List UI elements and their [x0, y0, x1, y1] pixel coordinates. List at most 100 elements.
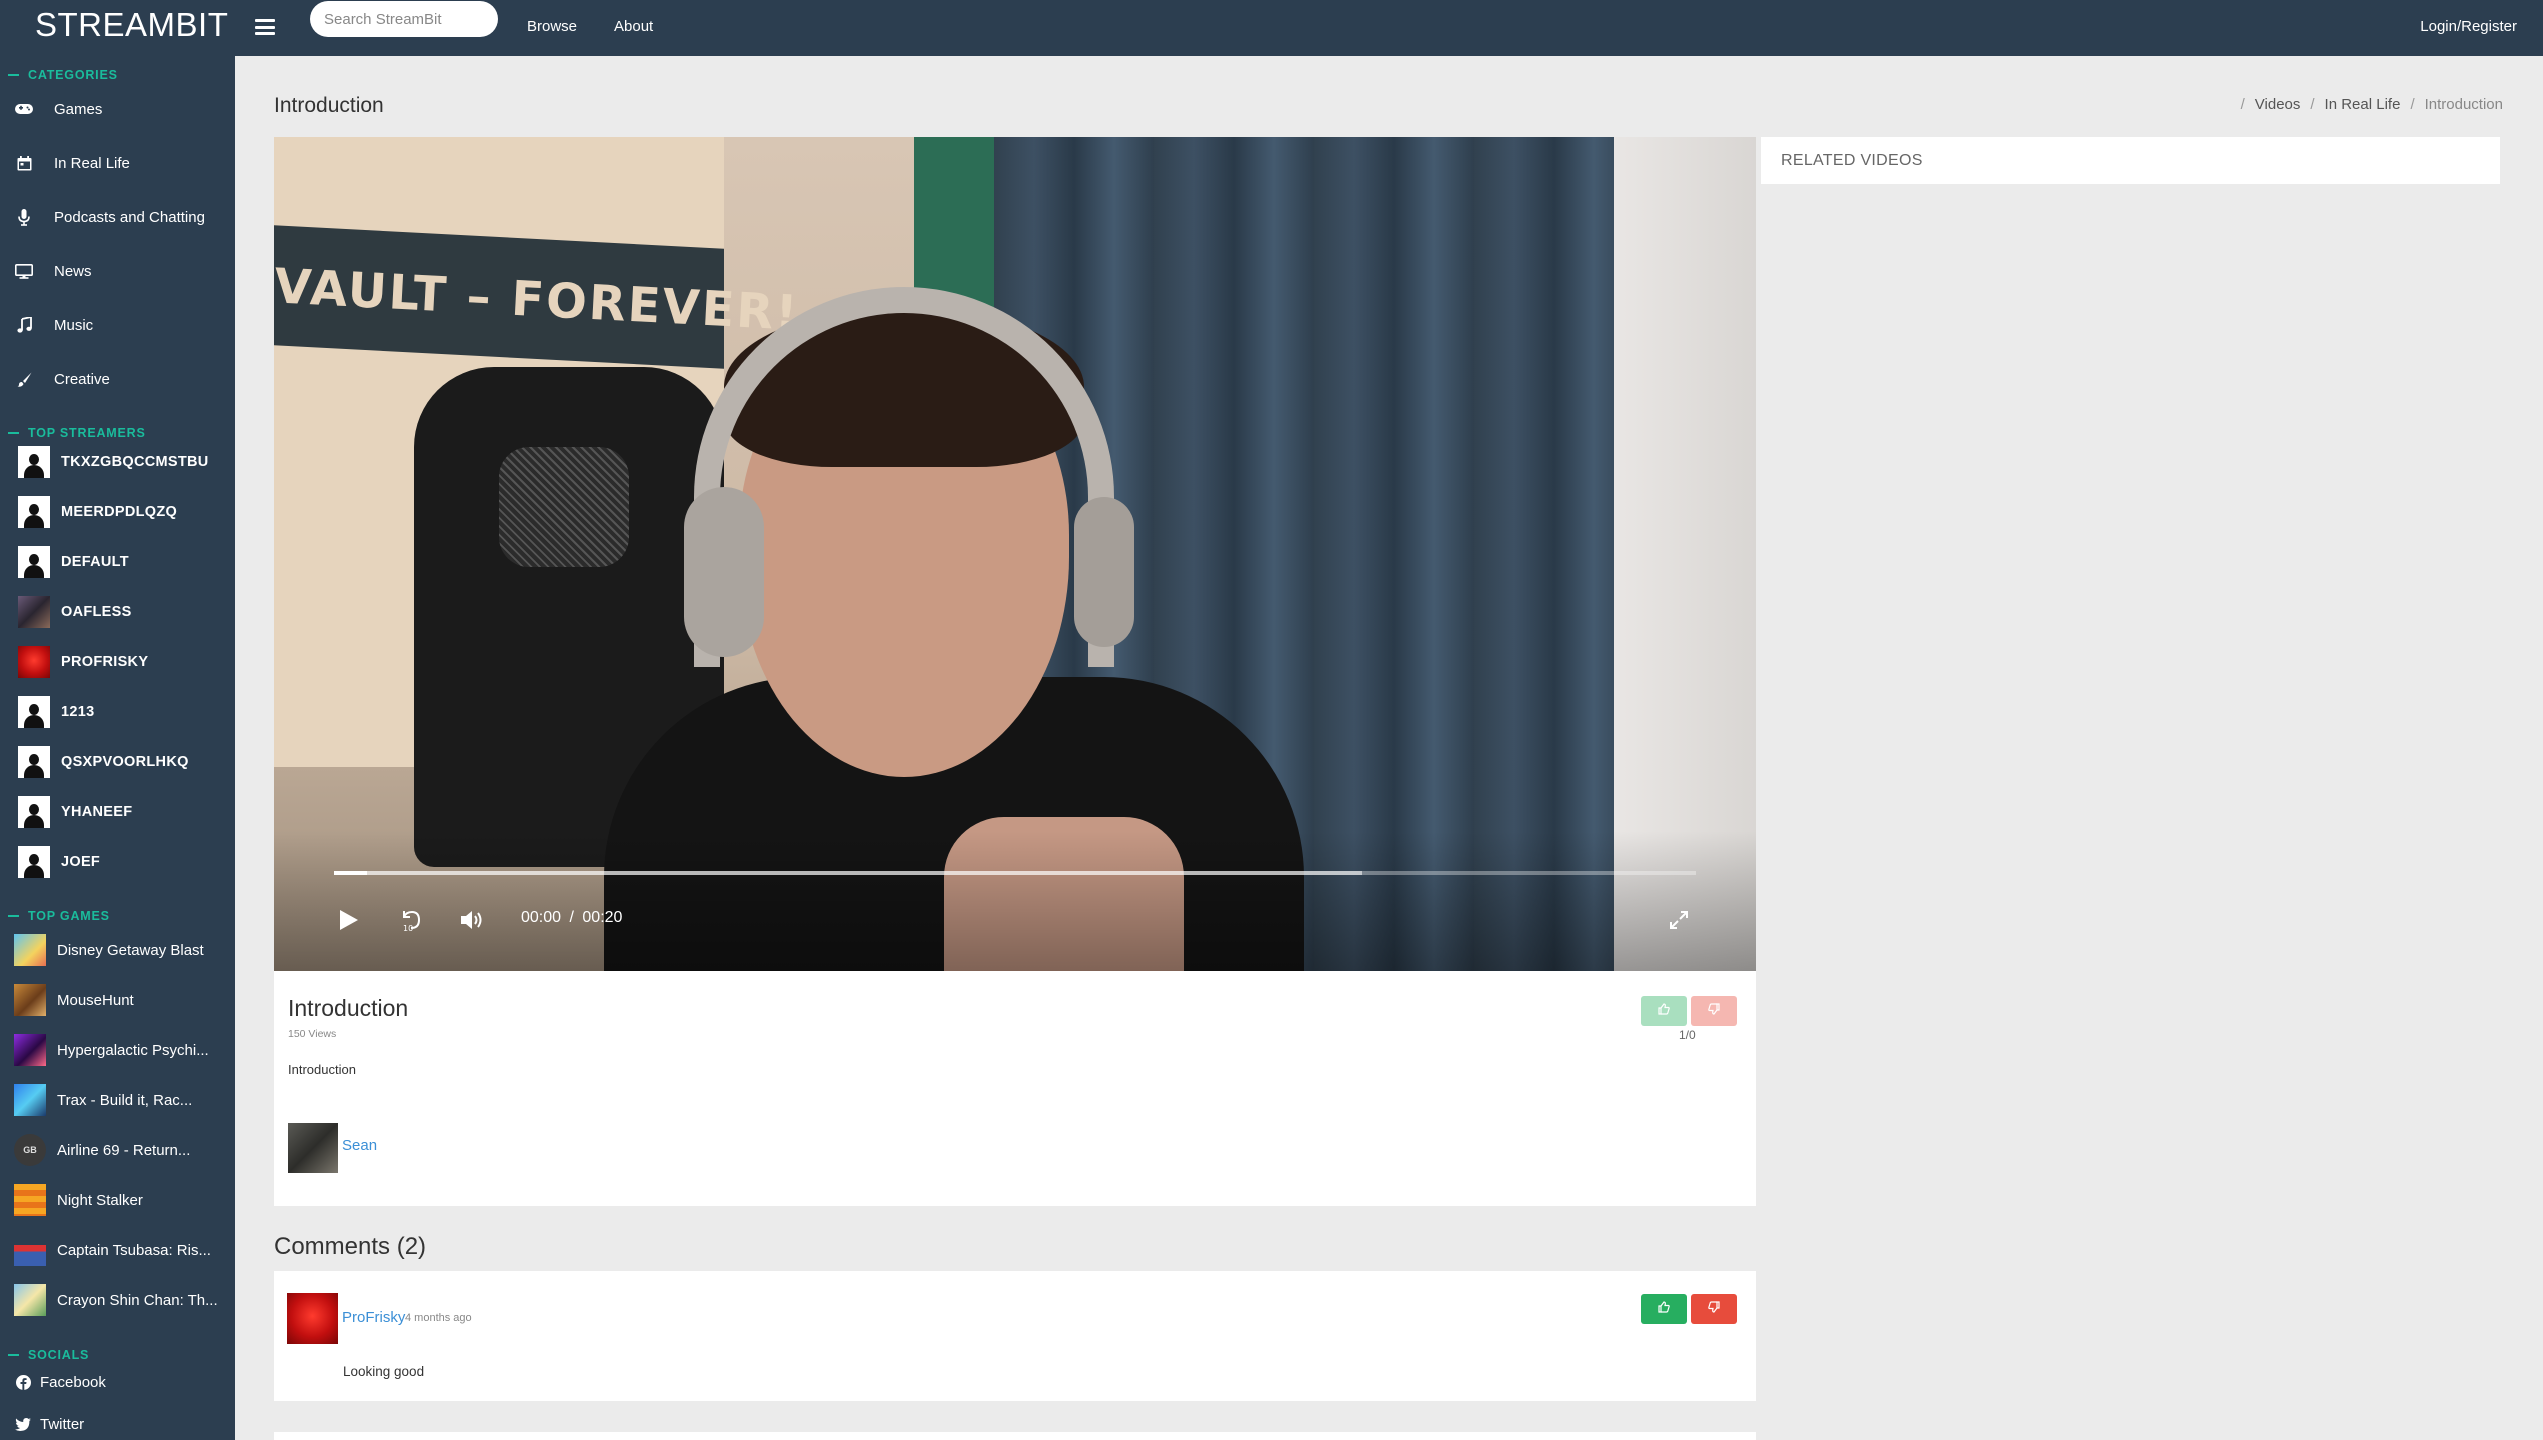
- categories-heading: CATEGORIES: [8, 68, 118, 82]
- buffered-bar: [334, 871, 1363, 875]
- video-description: Introduction: [288, 1062, 356, 1077]
- avatar: [18, 546, 50, 578]
- sidebar-item-label: Games: [54, 100, 103, 118]
- top-games-heading: TOP GAMES: [8, 909, 110, 923]
- streamer-name: PROFRISKY: [61, 654, 149, 670]
- game-item[interactable]: Trax - Build it, Rac...: [0, 1083, 235, 1117]
- game-item[interactable]: Disney Getaway Blast: [0, 933, 235, 967]
- comments-heading: Comments (2): [274, 1233, 427, 1260]
- author-link[interactable]: Sean: [342, 1137, 377, 1154]
- comment-timestamp: 4 months ago: [405, 1312, 472, 1324]
- breadcrumb-videos-link[interactable]: Videos: [2255, 96, 2301, 113]
- game-item[interactable]: MouseHunt: [0, 983, 235, 1017]
- streamer-item[interactable]: PROFRISKY: [0, 645, 235, 679]
- sidebar-item-creative[interactable]: Creative: [0, 364, 235, 394]
- like-button[interactable]: [1641, 996, 1687, 1026]
- streamer-item[interactable]: DEFAULT: [0, 545, 235, 579]
- game-name: Disney Getaway Blast: [57, 941, 204, 959]
- thumbs-down-icon: [1708, 1002, 1720, 1020]
- streamer-item[interactable]: 1213: [0, 695, 235, 729]
- search-input[interactable]: [310, 1, 498, 37]
- breadcrumb-category-link[interactable]: In Real Life: [2325, 96, 2401, 113]
- login-register-link[interactable]: Login/Register: [2420, 18, 2517, 35]
- volume-icon: [460, 909, 486, 936]
- game-name: Airline 69 - Return...: [57, 1141, 191, 1159]
- game-item[interactable]: Captain Tsubasa: Ris...: [0, 1233, 235, 1267]
- game-item[interactable]: Hypergalactic Psychi...: [0, 1033, 235, 1067]
- game-thumbnail: [14, 984, 46, 1016]
- sidebar: CATEGORIES Games In Real Life Podcasts a…: [0, 56, 235, 1440]
- streamer-item[interactable]: MEERDPDLQZQ: [0, 495, 235, 529]
- microphone-icon: [15, 208, 33, 226]
- streamer-name: QSXPVOORLHKQ: [61, 754, 189, 770]
- streamer-item[interactable]: QSXPVOORLHKQ: [0, 745, 235, 779]
- streamer-name: TKXZGBQCCMSTBU: [61, 454, 209, 470]
- monitor-icon: [15, 262, 33, 280]
- game-thumbnail: [14, 1234, 46, 1266]
- nav-browse-link[interactable]: Browse: [527, 18, 577, 35]
- game-item[interactable]: GB Airline 69 - Return...: [0, 1133, 235, 1167]
- play-button[interactable]: [334, 907, 364, 937]
- streamer-name: YHANEEF: [61, 804, 133, 820]
- game-item[interactable]: Crayon Shin Chan: Th...: [0, 1283, 235, 1317]
- video-info-card: Introduction 150 Views Introduction Sean…: [274, 971, 1756, 1206]
- author-avatar[interactable]: [288, 1123, 338, 1173]
- comment-like-button[interactable]: [1641, 1294, 1687, 1324]
- avatar: [18, 646, 50, 678]
- game-thumbnail: [14, 934, 46, 966]
- video-progress-bar[interactable]: [334, 871, 1696, 875]
- game-name: Crayon Shin Chan: Th...: [57, 1291, 218, 1309]
- rewind-10-button[interactable]: 10: [396, 907, 426, 937]
- menu-toggle-icon[interactable]: [255, 17, 275, 37]
- streamer-item[interactable]: JOEF: [0, 845, 235, 879]
- avatar: [18, 446, 50, 478]
- comment-dislike-button[interactable]: [1691, 1294, 1737, 1324]
- sidebar-item-podcasts[interactable]: Podcasts and Chatting: [0, 202, 235, 232]
- game-name: MouseHunt: [57, 991, 134, 1009]
- social-label: Facebook: [40, 1373, 106, 1391]
- streamer-item[interactable]: OAFLESS: [0, 595, 235, 629]
- game-item[interactable]: Night Stalker: [0, 1183, 235, 1217]
- avatar: [18, 796, 50, 828]
- breadcrumb: / Videos / In Real Life / Introduction: [2240, 96, 2503, 113]
- volume-button[interactable]: [458, 907, 488, 937]
- sidebar-item-music[interactable]: Music: [0, 310, 235, 340]
- streamer-name: JOEF: [61, 854, 101, 870]
- streamer-item[interactable]: TKXZGBQCCMSTBU: [0, 445, 235, 479]
- fullscreen-button[interactable]: [1664, 907, 1694, 937]
- social-label: Twitter: [40, 1415, 85, 1433]
- music-icon: [15, 316, 33, 334]
- video-player[interactable]: VAULT – FOREVER! 10 00:00 / 00:20: [274, 137, 1756, 971]
- video-time: 00:00 / 00:20: [521, 909, 623, 926]
- calendar-icon: [15, 154, 33, 172]
- game-name: Night Stalker: [57, 1191, 143, 1209]
- sidebar-item-label: Music: [54, 316, 94, 334]
- brush-icon: [15, 370, 33, 388]
- nav-about-link[interactable]: About: [614, 18, 653, 35]
- comment-user-link[interactable]: ProFrisky: [342, 1309, 405, 1326]
- streamer-name: DEFAULT: [61, 554, 129, 570]
- comment-text: Looking good: [343, 1364, 425, 1379]
- sidebar-item-in-real-life[interactable]: In Real Life: [0, 148, 235, 178]
- social-facebook-link[interactable]: Facebook: [0, 1367, 235, 1397]
- game-name: Trax - Build it, Rac...: [57, 1091, 193, 1109]
- avatar: [18, 746, 50, 778]
- sidebar-item-games[interactable]: Games: [0, 94, 235, 124]
- socials-heading: SOCIALS: [8, 1348, 89, 1362]
- game-name: Captain Tsubasa: Ris...: [57, 1241, 211, 1259]
- sidebar-item-news[interactable]: News: [0, 256, 235, 286]
- game-name: Hypergalactic Psychi...: [57, 1041, 209, 1059]
- top-streamers-heading: TOP STREAMERS: [8, 426, 146, 440]
- gamepad-icon: [15, 100, 33, 118]
- dislike-button[interactable]: [1691, 996, 1737, 1026]
- streamer-item[interactable]: YHANEEF: [0, 795, 235, 829]
- twitter-icon: [15, 1416, 31, 1432]
- breadcrumb-current: Introduction: [2424, 96, 2503, 113]
- top-bar: STREAMBIT Browse About Login/Register: [0, 0, 2543, 56]
- view-count: 150 Views: [288, 1028, 337, 1040]
- comment-item: ProFrisky 4 months ago Looking good: [274, 1271, 1756, 1401]
- social-twitter-link[interactable]: Twitter: [0, 1409, 235, 1439]
- comment-avatar[interactable]: [287, 1293, 338, 1344]
- avatar: [18, 846, 50, 878]
- app-logo[interactable]: STREAMBIT: [35, 6, 228, 44]
